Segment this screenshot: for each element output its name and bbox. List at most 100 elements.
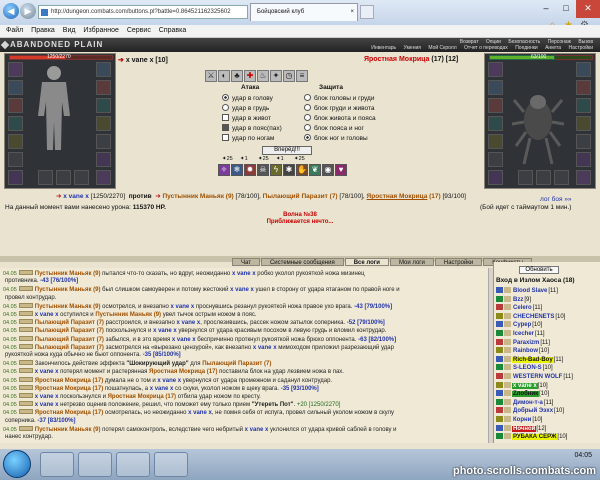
claw-icon[interactable]: ✋ (296, 164, 308, 176)
menu-file[interactable]: Файл (6, 27, 23, 34)
player-equip-slot[interactable] (8, 116, 23, 131)
player-list-item[interactable]: Ночной[12] (496, 424, 546, 433)
enemy-equip-slot[interactable] (576, 134, 591, 149)
player-list-name[interactable]: Rich-Bad-Boy (512, 356, 554, 363)
info-icon[interactable] (504, 390, 511, 397)
info-icon[interactable] (504, 312, 511, 319)
player-list-item[interactable]: Добрый Ээхх[10] (496, 407, 564, 415)
heart-icon[interactable]: ♥ (335, 164, 347, 176)
log-actor[interactable]: Яростная Мокрица (17) (35, 378, 105, 384)
forward-button[interactable]: Вперёд!!! (262, 146, 312, 155)
menu-tools[interactable]: Сервис (127, 27, 151, 34)
player-list-name[interactable]: Ночной (512, 425, 537, 432)
player-list-item[interactable]: Сурер[10] (496, 321, 542, 329)
enemy-equip-slot[interactable] (576, 98, 591, 113)
enemy-equip-slot[interactable] (576, 152, 591, 167)
player-list-item[interactable]: x vane x[10] (496, 381, 548, 390)
radio-icon[interactable] (304, 124, 311, 131)
player-equip-belt-slot[interactable] (74, 170, 89, 185)
star-icon[interactable]: ✦ (270, 70, 282, 82)
defense-option[interactable]: блок груди и живота (304, 104, 375, 112)
player-equip-slot[interactable] (96, 134, 111, 149)
player-list-item[interactable]: Zлобник[10] (496, 390, 549, 398)
enemy-equip-slot[interactable] (488, 62, 503, 77)
info-icon[interactable] (504, 424, 511, 431)
player-list-name[interactable]: Сурер (512, 322, 532, 328)
radio-icon[interactable] (222, 104, 229, 111)
checkbox-icon[interactable] (222, 114, 229, 121)
tab-close-icon[interactable]: × (350, 4, 354, 20)
menu-scroll[interactable]: Мой Скролл (425, 45, 459, 51)
player-list-item[interactable]: Paraxizm[11] (496, 338, 550, 347)
info-icon[interactable] (504, 304, 511, 311)
cross-icon[interactable]: ✚ (244, 70, 256, 82)
bl-enemy-1[interactable]: Пустынник Маньяк (163, 193, 224, 200)
info-icon[interactable] (504, 381, 511, 388)
player-equip-slot[interactable] (8, 134, 23, 149)
menu-help[interactable]: Справка (159, 27, 186, 34)
bl-enemy-3[interactable]: Яростная Мокрица (367, 193, 428, 200)
sword-icon[interactable]: ⚔ (205, 70, 217, 82)
browser-tab[interactable]: Бойцовский клуб × (250, 3, 358, 21)
player-list-name[interactable]: Димон-т-а (512, 400, 544, 406)
attack-option[interactable]: удар в голову (222, 94, 273, 102)
player-equip-slot[interactable] (8, 98, 23, 113)
radio-icon[interactable] (304, 94, 311, 101)
leaf-icon[interactable]: ❦ (309, 164, 321, 176)
attack-option[interactable]: удар по ногам (222, 134, 274, 142)
close-window-icon[interactable]: ✕ (576, 0, 600, 18)
refresh-button[interactable]: Обновить (519, 266, 559, 274)
enemy-equip-slot[interactable] (576, 170, 591, 185)
player-list-name[interactable]: Paraxizm (512, 340, 540, 346)
maximize-icon[interactable]: □ (556, 0, 576, 18)
fire-icon[interactable]: ✹ (244, 164, 256, 176)
enemy-equip-slot[interactable] (576, 62, 591, 77)
enemy-equip-slot[interactable] (576, 116, 591, 131)
forward-icon[interactable]: ▶ (20, 3, 36, 19)
log-actor[interactable]: x vane x (35, 394, 60, 400)
defense-option[interactable]: блок живота и пояса (304, 114, 376, 122)
log-actor[interactable]: x vane x (35, 402, 60, 408)
player-list-item[interactable]: Димон-т-а[11] (496, 398, 553, 407)
back-icon[interactable]: ◀ (3, 3, 19, 19)
player-list-name[interactable]: x vane x (512, 382, 538, 389)
info-icon[interactable] (504, 373, 511, 379)
media-taskbar-icon[interactable] (116, 452, 150, 477)
bl-enemy-2[interactable]: Пылающий Паразит (263, 193, 328, 200)
enemy-equip-belt-slot[interactable] (554, 170, 569, 185)
clock-icon[interactable]: ◷ (283, 70, 295, 82)
enemy-equip-slot[interactable] (488, 80, 503, 95)
player-equip-slot[interactable] (96, 152, 111, 167)
new-tab-button[interactable] (360, 5, 374, 19)
log-actor[interactable]: Пустынник Маньяк (9) (35, 427, 102, 433)
folder-taskbar-icon[interactable] (78, 452, 112, 477)
menu-edit[interactable]: Правка (31, 27, 55, 34)
player-list-name[interactable]: РУБАКА СЕРЖ (512, 434, 558, 441)
log-actor[interactable]: Пылающий Паразит (7) (35, 337, 106, 343)
web-icon[interactable]: ✱ (283, 164, 295, 176)
info-icon[interactable] (504, 364, 511, 371)
menu-transfers[interactable]: Отчет о переводах (461, 45, 511, 51)
player-list-item[interactable]: РУБАКА СЕРЖ[10] (496, 433, 567, 441)
player-list-name[interactable]: CHECHENETS (512, 314, 555, 320)
enemy-equip-belt-slot[interactable] (518, 170, 533, 185)
log-actor[interactable]: x vane x (35, 369, 60, 375)
menu-view[interactable]: Вид (63, 27, 76, 34)
checkbox-icon[interactable] (222, 124, 229, 131)
tab-system[interactable]: Системные сообщения (260, 258, 344, 266)
log-actor[interactable]: Пустынник Маньяк (9) (35, 287, 102, 293)
player-list-name[interactable]: Zлобник (512, 391, 540, 398)
enemy-equip-slot[interactable] (488, 170, 503, 185)
player-equip-slot[interactable] (96, 62, 111, 77)
defense-option[interactable]: блок головы и груди (304, 94, 374, 102)
ie-taskbar-icon[interactable] (40, 452, 74, 477)
eye-icon[interactable]: ◉ (322, 164, 334, 176)
log-actor[interactable]: Пылающий Паразит (7) (35, 345, 106, 351)
app-taskbar-icon[interactable] (154, 452, 188, 477)
log-actor[interactable]: Пылающий Паразит (7) (35, 320, 106, 326)
enemy-equip-slot[interactable] (488, 152, 503, 167)
player-list-item[interactable]: S-LEON-S[10] (496, 364, 553, 372)
radio-icon[interactable] (304, 114, 311, 121)
radio-icon[interactable] (222, 94, 229, 101)
flame-icon[interactable]: ♨ (257, 70, 269, 82)
